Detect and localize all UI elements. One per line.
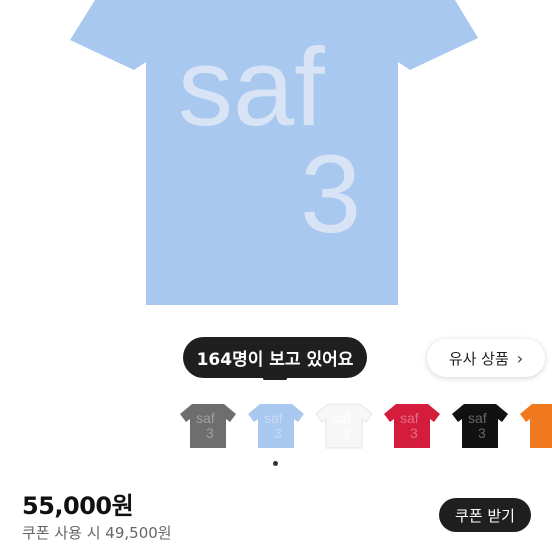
viewers-badge: 164명이 보고 있어요: [183, 337, 367, 380]
svg-text:3: 3: [274, 425, 282, 441]
color-thumbnail[interactable]: saf 3: [314, 398, 374, 454]
svg-text:saf: saf: [264, 410, 283, 426]
color-thumbnail[interactable]: saf 3: [178, 398, 238, 454]
svg-text:saf: saf: [332, 410, 351, 426]
svg-text:saf: saf: [178, 26, 325, 149]
svg-text:3: 3: [206, 425, 214, 441]
color-thumbnail[interactable]: saf 3: [246, 398, 306, 454]
svg-text:3: 3: [478, 425, 486, 441]
price: 55,000원: [22, 492, 134, 520]
chevron-right-icon: ›: [516, 348, 524, 368]
coupon-price-text: 쿠폰 사용 시 49,500원: [22, 524, 172, 542]
tshirt-image: saf 3: [70, 0, 478, 305]
svg-text:saf: saf: [468, 410, 487, 426]
svg-text:saf: saf: [400, 410, 419, 426]
product-image[interactable]: saf 3: [0, 0, 552, 330]
svg-text:3: 3: [410, 425, 418, 441]
similar-products-button[interactable]: 유사 상품 ›: [427, 339, 545, 377]
color-thumbnails: saf 3 saf 3 saf 3 saf 3 saf 3: [178, 398, 552, 454]
carousel-dot: [273, 461, 278, 466]
color-thumbnail[interactable]: [518, 398, 552, 454]
similar-products-label: 유사 상품: [448, 349, 509, 368]
svg-text:3: 3: [342, 425, 350, 441]
svg-text:3: 3: [300, 133, 361, 256]
viewers-text: 164명이 보고 있어요: [196, 350, 354, 370]
color-thumbnail[interactable]: saf 3: [382, 398, 442, 454]
scroll-indicator: [263, 377, 287, 380]
svg-text:saf: saf: [196, 410, 215, 426]
coupon-button-label: 쿠폰 받기: [455, 506, 515, 525]
color-thumbnail[interactable]: saf 3: [450, 398, 510, 454]
coupon-button[interactable]: 쿠폰 받기: [439, 498, 531, 532]
